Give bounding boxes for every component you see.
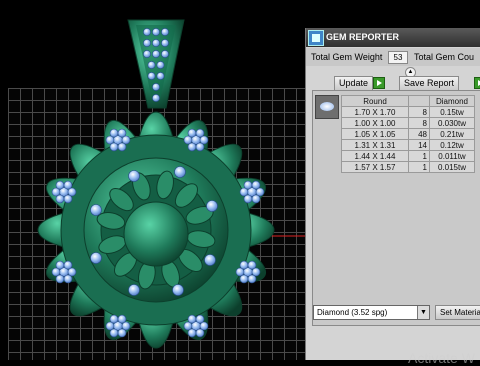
action-row: Update Save Report <box>306 76 480 91</box>
gem-size: 1.05 X 1.05 <box>341 128 409 140</box>
gem-size: 1.31 X 1.31 <box>341 139 409 151</box>
gem-weight: 0.015tw <box>429 161 475 173</box>
gem-count: 8 <box>408 106 430 118</box>
column-header-count <box>408 95 430 107</box>
round-diamond-icon[interactable] <box>315 95 339 119</box>
gem-weight: 0.030tw <box>429 117 475 129</box>
gem-size: 1.00 X 1.00 <box>341 117 409 129</box>
table-row[interactable]: 1.44 X 1.44 1 0.011tw <box>341 150 475 162</box>
material-select[interactable]: Diamond (3.52 spg) ▼ <box>313 305 430 320</box>
material-bar: Diamond (3.52 spg) ▼ Set Materia <box>306 304 480 324</box>
gem-size: 1.57 X 1.57 <box>341 161 409 173</box>
gem-count: 48 <box>408 128 430 140</box>
gem-size: 1.44 X 1.44 <box>341 150 409 162</box>
panel-title: GEM REPORTER <box>326 32 400 42</box>
update-label: Update <box>339 78 369 88</box>
center-sphere <box>123 201 189 267</box>
gem-weight: 0.15tw <box>429 106 475 118</box>
save-report-go-icon[interactable] <box>474 77 480 89</box>
gem-size: 1.70 X 1.70 <box>341 106 409 118</box>
gem-weight: 0.21tw <box>429 128 475 140</box>
gem-table-panel: Round Diamond 1.70 X 1.70 8 0.15tw 1.00 X … <box>312 90 480 326</box>
gem-reporter-panel: GEM REPORTER Total Gem Weight 53 Total G… <box>305 28 480 360</box>
gem-count: 1 <box>408 161 430 173</box>
save-report-label: Save Report <box>404 78 455 88</box>
column-header-shape: Round <box>341 95 409 107</box>
gem-weight: 0.12tw <box>429 139 475 151</box>
table-row[interactable]: 1.70 X 1.70 8 0.15tw <box>341 106 475 118</box>
totals-row: Total Gem Weight 53 Total Gem Cou <box>306 48 480 66</box>
update-button[interactable]: Update <box>334 76 374 91</box>
table-row[interactable]: 1.05 X 1.05 48 0.21tw <box>341 128 475 140</box>
gem-reporter-logo-icon <box>308 30 324 46</box>
3d-viewport[interactable] <box>0 0 305 360</box>
gem-weight: 0.011tw <box>429 150 475 162</box>
total-gem-weight-label: Total Gem Weight <box>311 52 383 62</box>
table-row[interactable]: 1.31 X 1.31 14 0.12tw <box>341 139 475 151</box>
gem-count: 8 <box>408 117 430 129</box>
chevron-down-icon[interactable]: ▼ <box>417 306 429 319</box>
update-go-icon[interactable] <box>373 77 385 89</box>
set-material-button[interactable]: Set Materia <box>435 305 480 320</box>
total-gem-weight-field[interactable]: 53 <box>388 51 408 64</box>
material-select-value: Diamond (3.52 spg) <box>317 308 388 317</box>
gem-table: Round Diamond 1.70 X 1.70 8 0.15tw 1.00 X … <box>341 95 475 173</box>
activation-watermark: Activate W <box>408 350 475 366</box>
set-material-label: Set Materia <box>440 308 480 317</box>
save-report-button[interactable]: Save Report <box>399 76 460 91</box>
column-header-material: Diamond <box>429 95 475 107</box>
gem-count: 1 <box>408 150 430 162</box>
table-row[interactable]: 1.00 X 1.00 8 0.030tw <box>341 117 475 129</box>
gem-count: 14 <box>408 139 430 151</box>
pendant-model <box>37 19 305 349</box>
table-row[interactable]: 1.57 X 1.57 1 0.015tw <box>341 161 475 173</box>
panel-titlebar[interactable]: GEM REPORTER <box>306 28 480 47</box>
total-gem-count-label: Total Gem Cou <box>414 52 475 62</box>
